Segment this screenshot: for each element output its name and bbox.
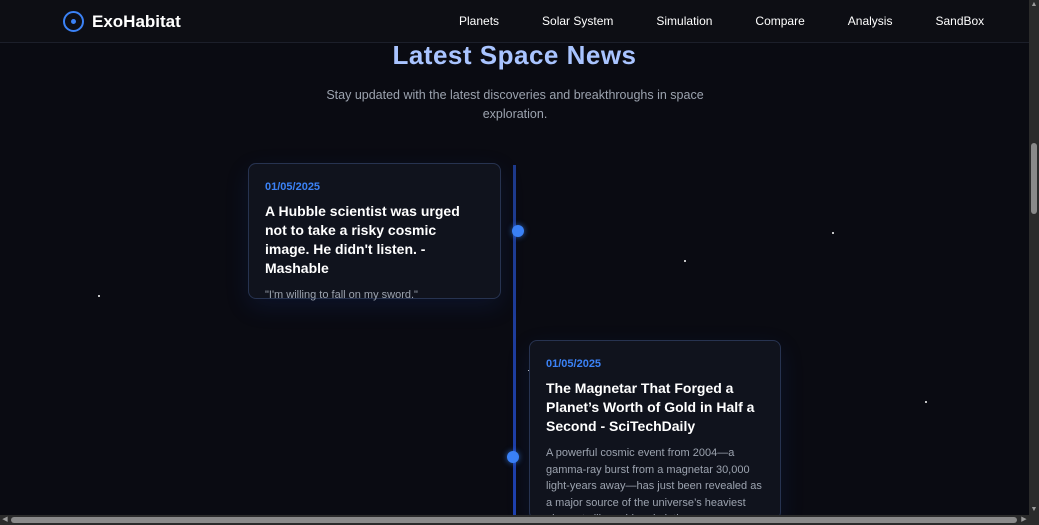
nav-link-planets[interactable]: Planets	[459, 14, 499, 28]
scroll-down-arrow-icon[interactable]: ▼	[1030, 506, 1038, 514]
nav-link-analysis[interactable]: Analysis	[848, 14, 893, 28]
news-excerpt: "I'm willing to fall on my sword."	[265, 289, 418, 301]
news-excerpt: A powerful cosmic event from 2004—a gamm…	[546, 447, 762, 519]
news-card[interactable]: 01/05/2025 The Magnetar That Forged a Pl…	[529, 340, 781, 520]
timeline-line	[513, 165, 516, 525]
scroll-up-arrow-icon[interactable]: ▲	[1030, 1, 1038, 9]
nav-link-simulation[interactable]: Simulation	[656, 14, 712, 28]
page-subtitle: Stay updated with the latest discoveries…	[326, 88, 704, 121]
nav-links: Planets Solar System Simulation Compare …	[459, 14, 984, 28]
brand-name: ExoHabitat	[92, 11, 181, 31]
nav-link-sandbox[interactable]: SandBox	[935, 14, 984, 28]
star-decoration	[832, 232, 834, 234]
news-title[interactable]: A Hubble scientist was urged not to take…	[265, 202, 484, 278]
scrollbar-thumb[interactable]	[1031, 143, 1037, 214]
page-title: Latest Space News	[392, 40, 637, 70]
app-viewport: ExoHabitat Planets Solar System Simulati…	[0, 0, 1039, 525]
timeline-dot	[512, 225, 524, 237]
scroll-right-arrow-icon[interactable]: ▶	[1020, 516, 1028, 524]
vertical-scrollbar[interactable]: ▲ ▼	[1029, 0, 1039, 515]
news-date: 01/05/2025	[546, 358, 602, 370]
news-title[interactable]: The Magnetar That Forged a Planet’s Wort…	[546, 379, 764, 436]
scrollbar-thumb[interactable]	[11, 517, 1017, 523]
news-date: 01/05/2025	[265, 181, 321, 193]
nav-link-solar-system[interactable]: Solar System	[542, 14, 613, 28]
top-navbar: ExoHabitat Planets Solar System Simulati…	[0, 0, 1029, 43]
horizontal-scrollbar[interactable]: ◀ ▶	[0, 515, 1039, 525]
star-decoration	[684, 260, 686, 262]
nav-link-compare[interactable]: Compare	[755, 14, 804, 28]
timeline-dot	[507, 451, 519, 463]
orbit-circle-icon	[63, 11, 84, 32]
star-decoration	[98, 295, 100, 297]
scroll-left-arrow-icon[interactable]: ◀	[1, 516, 9, 524]
star-decoration	[925, 401, 927, 403]
brand-logo[interactable]: ExoHabitat	[63, 11, 181, 32]
news-card[interactable]: 01/05/2025 A Hubble scientist was urged …	[248, 163, 501, 301]
